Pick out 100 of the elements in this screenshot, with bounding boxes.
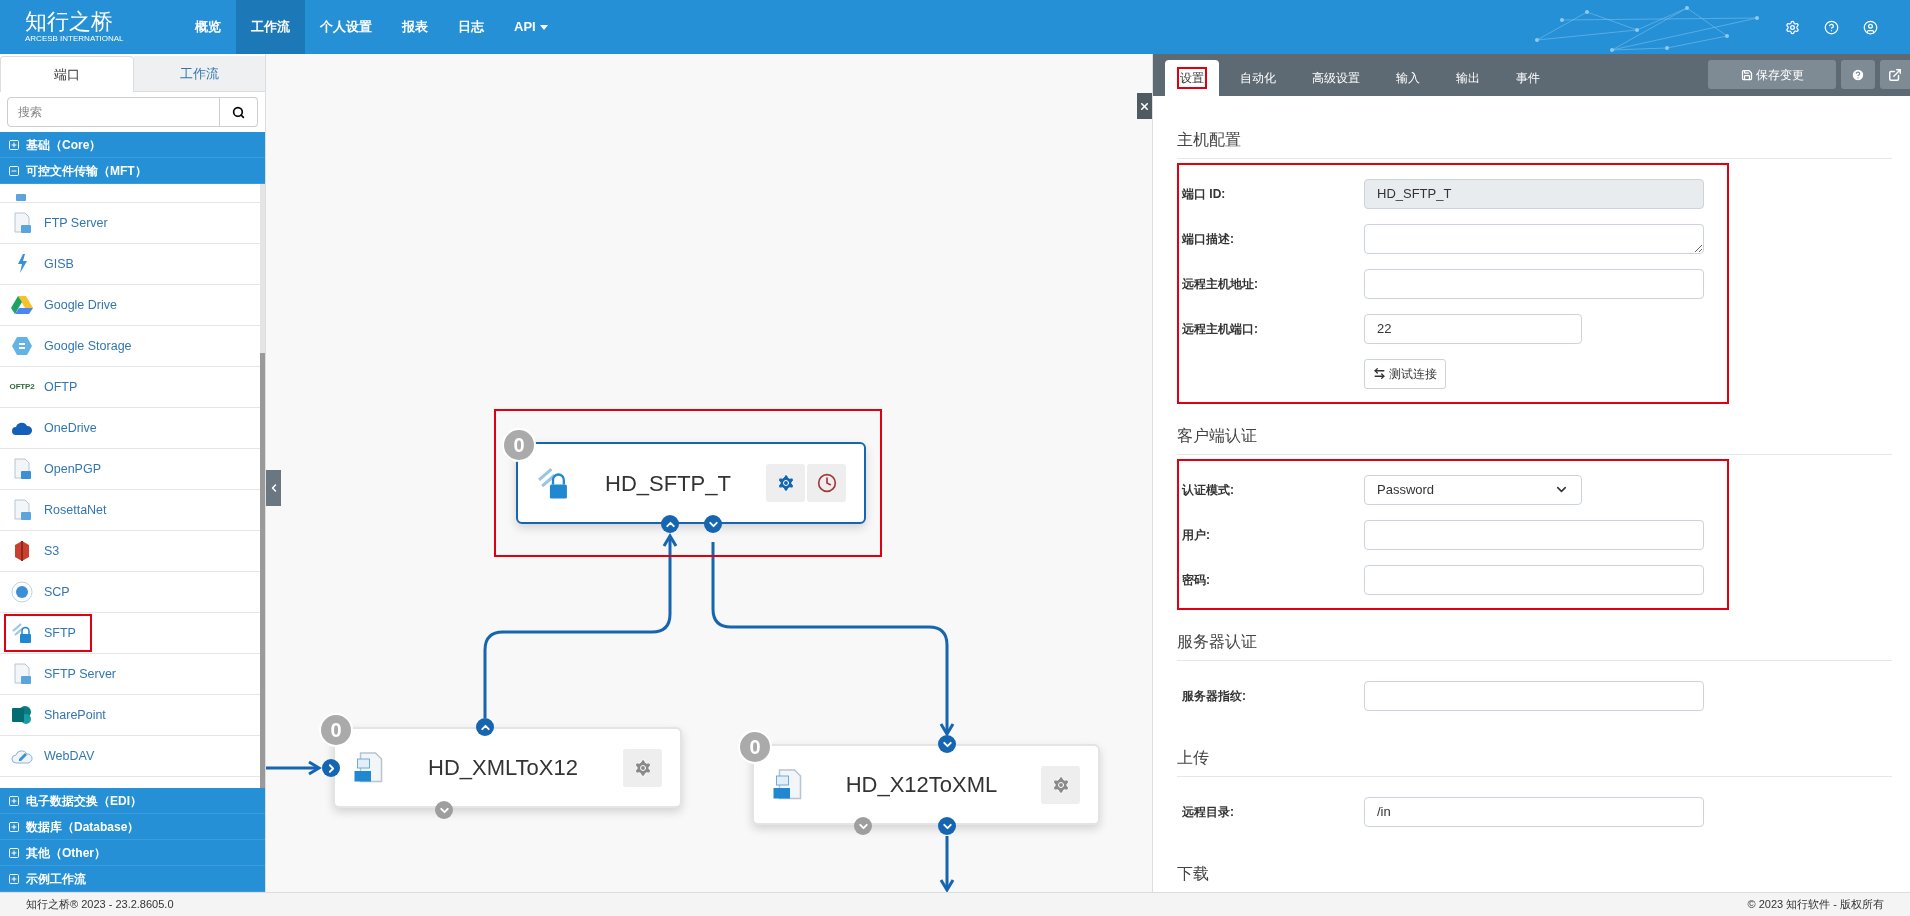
user-icon[interactable] — [1863, 19, 1878, 35]
category-header[interactable]: 电子数据交换（EDI） — [0, 788, 265, 814]
schedule-button[interactable] — [807, 464, 846, 502]
text-field[interactable]: HD_SFTP_T — [1364, 178, 1704, 209]
settings-button[interactable] — [766, 464, 805, 502]
close-button[interactable] — [1137, 93, 1152, 119]
node-port[interactable] — [661, 515, 679, 533]
settings-button[interactable] — [1041, 765, 1080, 804]
settings-icon — [632, 757, 653, 778]
category-label: 基础（Core） — [26, 136, 102, 154]
caret-icon — [539, 24, 548, 30]
settings-button[interactable] — [623, 748, 662, 787]
connector-item[interactable]: Google Drive — [4, 287, 133, 323]
brand-logo: 知行之桥 — [25, 10, 113, 34]
search-button[interactable] — [220, 97, 258, 127]
panel-tab[interactable]: 事件 — [1501, 60, 1555, 96]
text-field[interactable]: 22 — [1364, 313, 1582, 344]
hexagon-icon — [11, 336, 33, 356]
text-field[interactable] — [1364, 680, 1704, 711]
collapse-icon — [8, 164, 20, 177]
settings-icon[interactable] — [1785, 19, 1800, 35]
panel-tab[interactable]: 自动化 — [1225, 60, 1291, 96]
field-label: 密码: — [1182, 571, 1211, 589]
help-button[interactable] — [1841, 60, 1875, 89]
section-heading: 服务器认证 — [1177, 610, 1892, 661]
connector-item[interactable]: OFTP2 OFTP — [4, 369, 94, 405]
field-label: 端口描述: — [1182, 230, 1235, 248]
settings-icon — [775, 473, 796, 493]
dropdown-select[interactable]: Password — [1364, 474, 1582, 505]
text-field[interactable] — [1364, 519, 1704, 550]
copyright-text: © 2023 知行软件 - 版权所有 — [1747, 897, 1884, 913]
node-badge: 0 — [319, 713, 353, 747]
text-field[interactable]: /in — [1364, 796, 1704, 827]
connector-arrow — [939, 836, 955, 892]
document-icon — [12, 499, 32, 521]
connector-label: OpenPGP — [44, 460, 101, 478]
password-field[interactable] — [1364, 564, 1704, 595]
sidebar-tab[interactable]: 工作流 — [133, 56, 265, 92]
external-link-icon — [1888, 67, 1902, 82]
sidebar-tab[interactable]: 端口 — [0, 56, 134, 92]
node-port[interactable] — [476, 718, 494, 736]
connector-item[interactable]: WebDAV — [4, 738, 111, 774]
panel-tab[interactable]: 设置 — [1165, 60, 1219, 96]
category-header[interactable]: 可控文件传输（MFT） — [0, 158, 265, 184]
clock-icon — [816, 473, 837, 493]
connector-item[interactable]: FTP Server — [4, 204, 124, 242]
category-header[interactable]: 基础（Core） — [0, 132, 265, 158]
panel-tab[interactable]: 输出 — [1441, 60, 1495, 96]
brand-tagline: ARCESB INTERNATIONAL — [25, 34, 124, 44]
connector-item[interactable]: S3 — [4, 532, 76, 570]
save-icon — [1740, 68, 1753, 81]
field-label: 远程目录: — [1182, 803, 1235, 821]
test-connection-button[interactable]: 测试连接 — [1364, 358, 1446, 389]
panel-tab[interactable]: 输入 — [1381, 60, 1435, 96]
document-icon — [12, 212, 32, 234]
connector-label: GISB — [44, 255, 74, 273]
nav-link[interactable]: 报表 — [387, 0, 443, 54]
nav-link[interactable]: 工作流 — [236, 0, 305, 54]
nav-link[interactable]: 概览 — [180, 0, 236, 54]
connector-item[interactable]: OpenPGP — [4, 450, 117, 488]
connector-item[interactable]: OneDrive — [4, 410, 113, 446]
connector-item[interactable]: SFTP — [4, 614, 92, 652]
node-port[interactable] — [322, 759, 340, 777]
help-icon[interactable] — [1824, 19, 1839, 35]
connector-item[interactable]: SharePoint — [4, 696, 122, 734]
nav-link[interactable]: 个人设置 — [305, 0, 387, 54]
scrollbar[interactable] — [260, 184, 265, 788]
connector-label: SFTP — [44, 624, 76, 642]
node-port[interactable] — [938, 817, 956, 835]
open-external-button[interactable] — [1880, 60, 1910, 89]
category-header[interactable]: 示例工作流 — [0, 866, 265, 892]
connector-item[interactable]: Google Storage — [4, 328, 148, 364]
node-title: HD_SFTP_T — [604, 469, 732, 498]
lock-icon — [536, 466, 570, 500]
section-heading: 客户端认证 — [1177, 404, 1892, 455]
connector-label: OFTP — [44, 378, 78, 396]
collapse-sidebar-button[interactable] — [266, 470, 281, 506]
expand-icon — [8, 820, 20, 833]
search-icon — [232, 105, 245, 119]
text-field[interactable] — [1364, 268, 1704, 299]
triangle-icon — [11, 295, 33, 315]
connector-item[interactable]: SCP — [4, 573, 86, 611]
cloud-icon — [11, 420, 33, 436]
category-header[interactable]: 其他（Other） — [0, 840, 265, 866]
nav-link[interactable]: 日志 — [443, 0, 499, 54]
expand-icon — [8, 138, 20, 151]
connector-item[interactable]: GISB — [4, 245, 90, 283]
node-port[interactable] — [938, 735, 956, 753]
node-port[interactable] — [854, 817, 872, 835]
connector-item[interactable]: RosettaNet — [4, 491, 123, 529]
connector-label: WebDAV — [44, 747, 95, 765]
connector-item[interactable]: SFTP Server — [4, 655, 132, 693]
node-port[interactable] — [435, 801, 453, 819]
node-port[interactable] — [704, 515, 722, 533]
field-label: 服务器指纹: — [1182, 687, 1247, 705]
nav-link[interactable]: API — [499, 0, 563, 54]
search-field[interactable]: 搜索 — [7, 97, 220, 127]
field-label: 用户: — [1182, 526, 1211, 544]
category-header[interactable]: 数据库（Database） — [0, 814, 265, 840]
panel-tab[interactable]: 高级设置 — [1297, 60, 1375, 96]
